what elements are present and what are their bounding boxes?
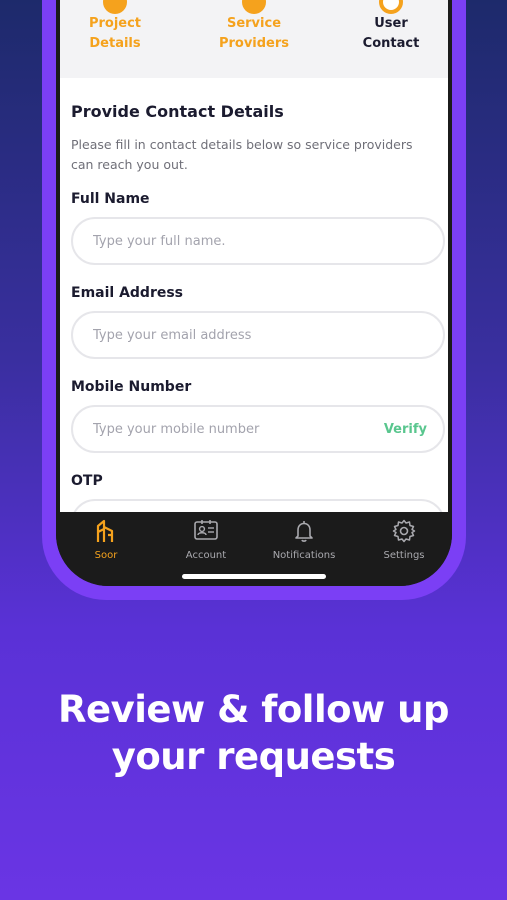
email-input[interactable] — [93, 327, 353, 343]
form-title: Provide Contact Details — [71, 102, 284, 121]
contact-form: Provide Contact Details Please fill in c… — [71, 102, 446, 512]
phone-body: Project Details Service Providers User C… — [56, 0, 452, 586]
phone-frame: Project Details Service Providers User C… — [42, 0, 466, 600]
step-done-dot-icon — [242, 0, 266, 14]
form-subtitle: Please fill in contact details below so … — [71, 137, 413, 172]
step-current-ring-icon — [379, 0, 403, 14]
step-project-details[interactable]: Project Details — [60, 0, 170, 54]
tab-label: Settings — [383, 550, 425, 561]
tab-settings[interactable]: Settings — [354, 518, 452, 561]
email-field[interactable] — [71, 311, 445, 359]
app-screen: Project Details Service Providers User C… — [60, 0, 448, 512]
bell-icon — [295, 521, 313, 542]
marketing-headline: Review & follow up your requests — [0, 686, 507, 780]
full-name-field[interactable] — [71, 217, 445, 265]
mobile-label: Mobile Number — [71, 379, 192, 395]
full-name-input[interactable] — [93, 233, 353, 249]
step-label-line2: Details — [89, 36, 141, 51]
soor-logo-icon — [96, 519, 114, 542]
mobile-input[interactable] — [93, 421, 353, 437]
home-indicator[interactable] — [182, 574, 326, 579]
step-label-line2: Providers — [218, 36, 290, 51]
email-label: Email Address — [71, 285, 184, 301]
tab-label: Notifications — [272, 550, 336, 561]
step-user-contact[interactable]: User Contact — [336, 0, 446, 54]
step-done-dot-icon — [103, 0, 127, 14]
step-label-line2: Contact — [362, 36, 420, 51]
full-name-label: Full Name — [71, 191, 150, 207]
headline-line1: Review & follow up — [58, 688, 449, 731]
progress-stepper: Project Details Service Providers User C… — [60, 0, 448, 78]
tab-label: Account — [185, 550, 227, 561]
otp-input[interactable] — [71, 499, 445, 512]
step-label-line1: Project — [88, 16, 142, 31]
id-card-icon — [194, 520, 218, 540]
tab-label: Soor — [94, 550, 118, 561]
verify-button[interactable]: Verify — [384, 422, 427, 437]
headline-line2: your requests — [111, 735, 396, 778]
otp-label: OTP — [71, 473, 103, 489]
mobile-field[interactable]: Verify — [71, 405, 445, 453]
tab-notifications[interactable]: Notifications — [254, 518, 354, 561]
tab-account[interactable]: Account — [156, 518, 256, 561]
step-service-providers[interactable]: Service Providers — [199, 0, 309, 54]
tab-soor[interactable]: Soor — [56, 518, 156, 561]
step-label-line1: Service — [226, 16, 282, 31]
gear-icon — [392, 519, 416, 543]
step-label-line1: User — [374, 16, 408, 31]
